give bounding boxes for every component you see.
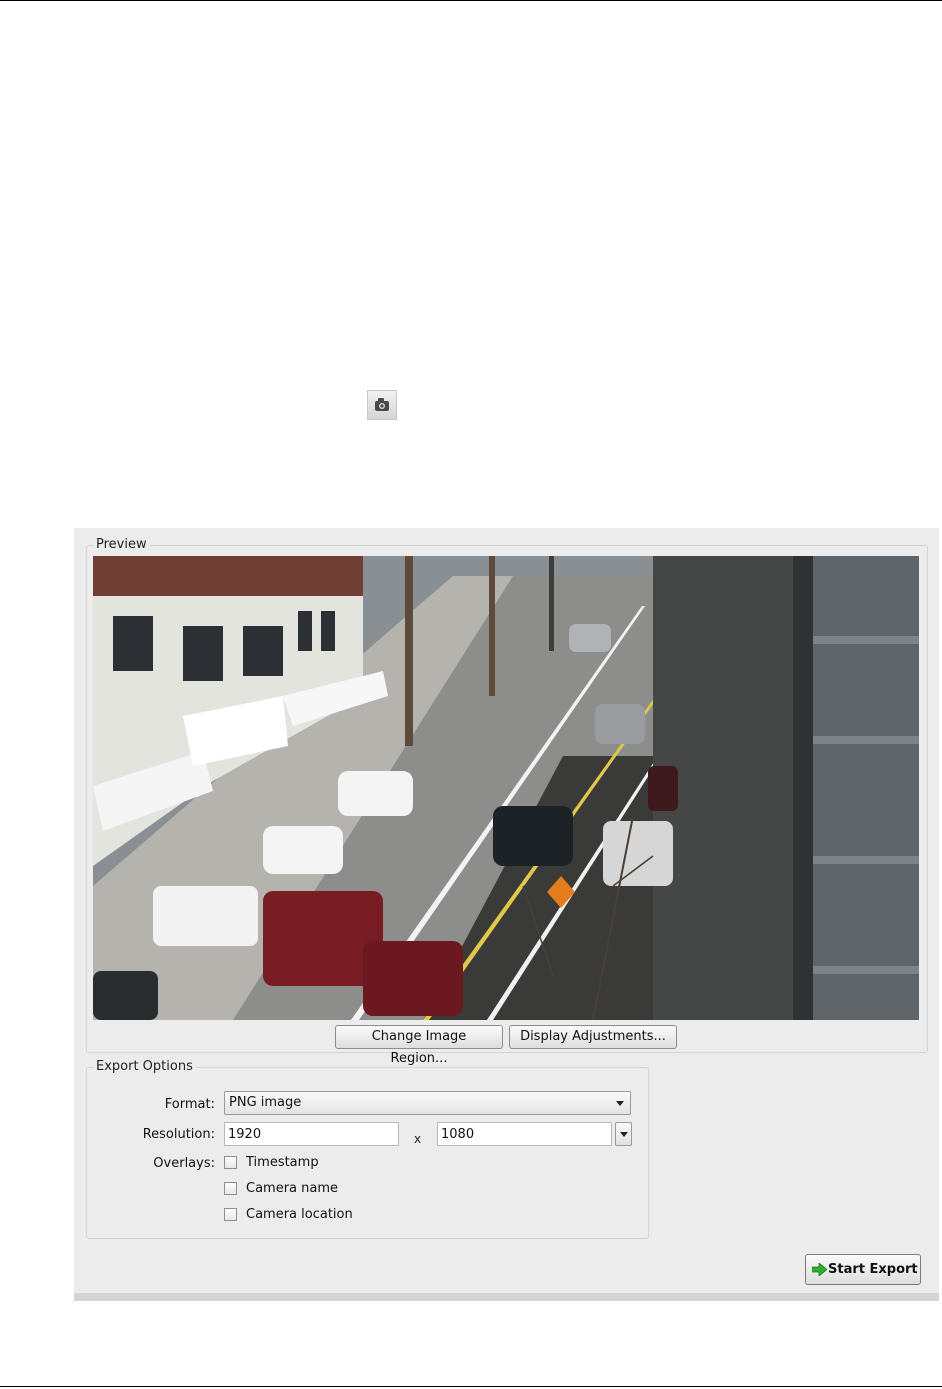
page-bottom-rule (0, 1386, 942, 1387)
display-adjustments-button[interactable]: Display Adjustments... (509, 1025, 677, 1049)
change-image-region-button[interactable]: Change Image Region... (335, 1025, 503, 1066)
checkbox-box[interactable] (224, 1208, 237, 1221)
export-options-group: Export Options Format: PNG image Resolut… (86, 1059, 649, 1239)
overlays-label: Overlays: (153, 1156, 215, 1171)
dialog-bottom-bar (74, 1293, 939, 1301)
page-top-rule (0, 0, 942, 1)
export-dialog: Preview Change Image Region... Display A… (74, 528, 939, 1301)
format-select-value: PNG image (229, 1095, 302, 1110)
preview-group-title: Preview (93, 537, 150, 552)
chevron-down-icon (620, 1132, 628, 1137)
preview-group: Preview Change Image Region... Display A… (86, 537, 928, 1066)
resolution-height-input[interactable] (437, 1122, 612, 1146)
checkbox-box[interactable] (224, 1182, 237, 1195)
checkbox-box[interactable] (224, 1156, 237, 1169)
checkbox-label: Camera name (246, 1181, 339, 1196)
checkbox-label: Timestamp (246, 1155, 319, 1170)
resolution-width-input[interactable] (224, 1122, 399, 1146)
camera-icon[interactable] (367, 390, 397, 420)
start-export-label: Start Export (828, 1262, 918, 1277)
format-select[interactable]: PNG image (224, 1091, 631, 1115)
resolution-label: Resolution: (142, 1127, 215, 1142)
resolution-preset-dropdown[interactable] (615, 1122, 632, 1146)
export-options-title: Export Options (93, 1059, 196, 1074)
checkbox-label: Camera location (246, 1207, 353, 1222)
resolution-times-sign: x (414, 1132, 422, 1146)
start-export-button[interactable]: Start Export (805, 1254, 921, 1285)
format-label: Format: (164, 1097, 215, 1112)
chevron-down-icon (616, 1101, 624, 1106)
green-arrow-icon (812, 1263, 827, 1276)
camera-preview-image (93, 556, 919, 1020)
